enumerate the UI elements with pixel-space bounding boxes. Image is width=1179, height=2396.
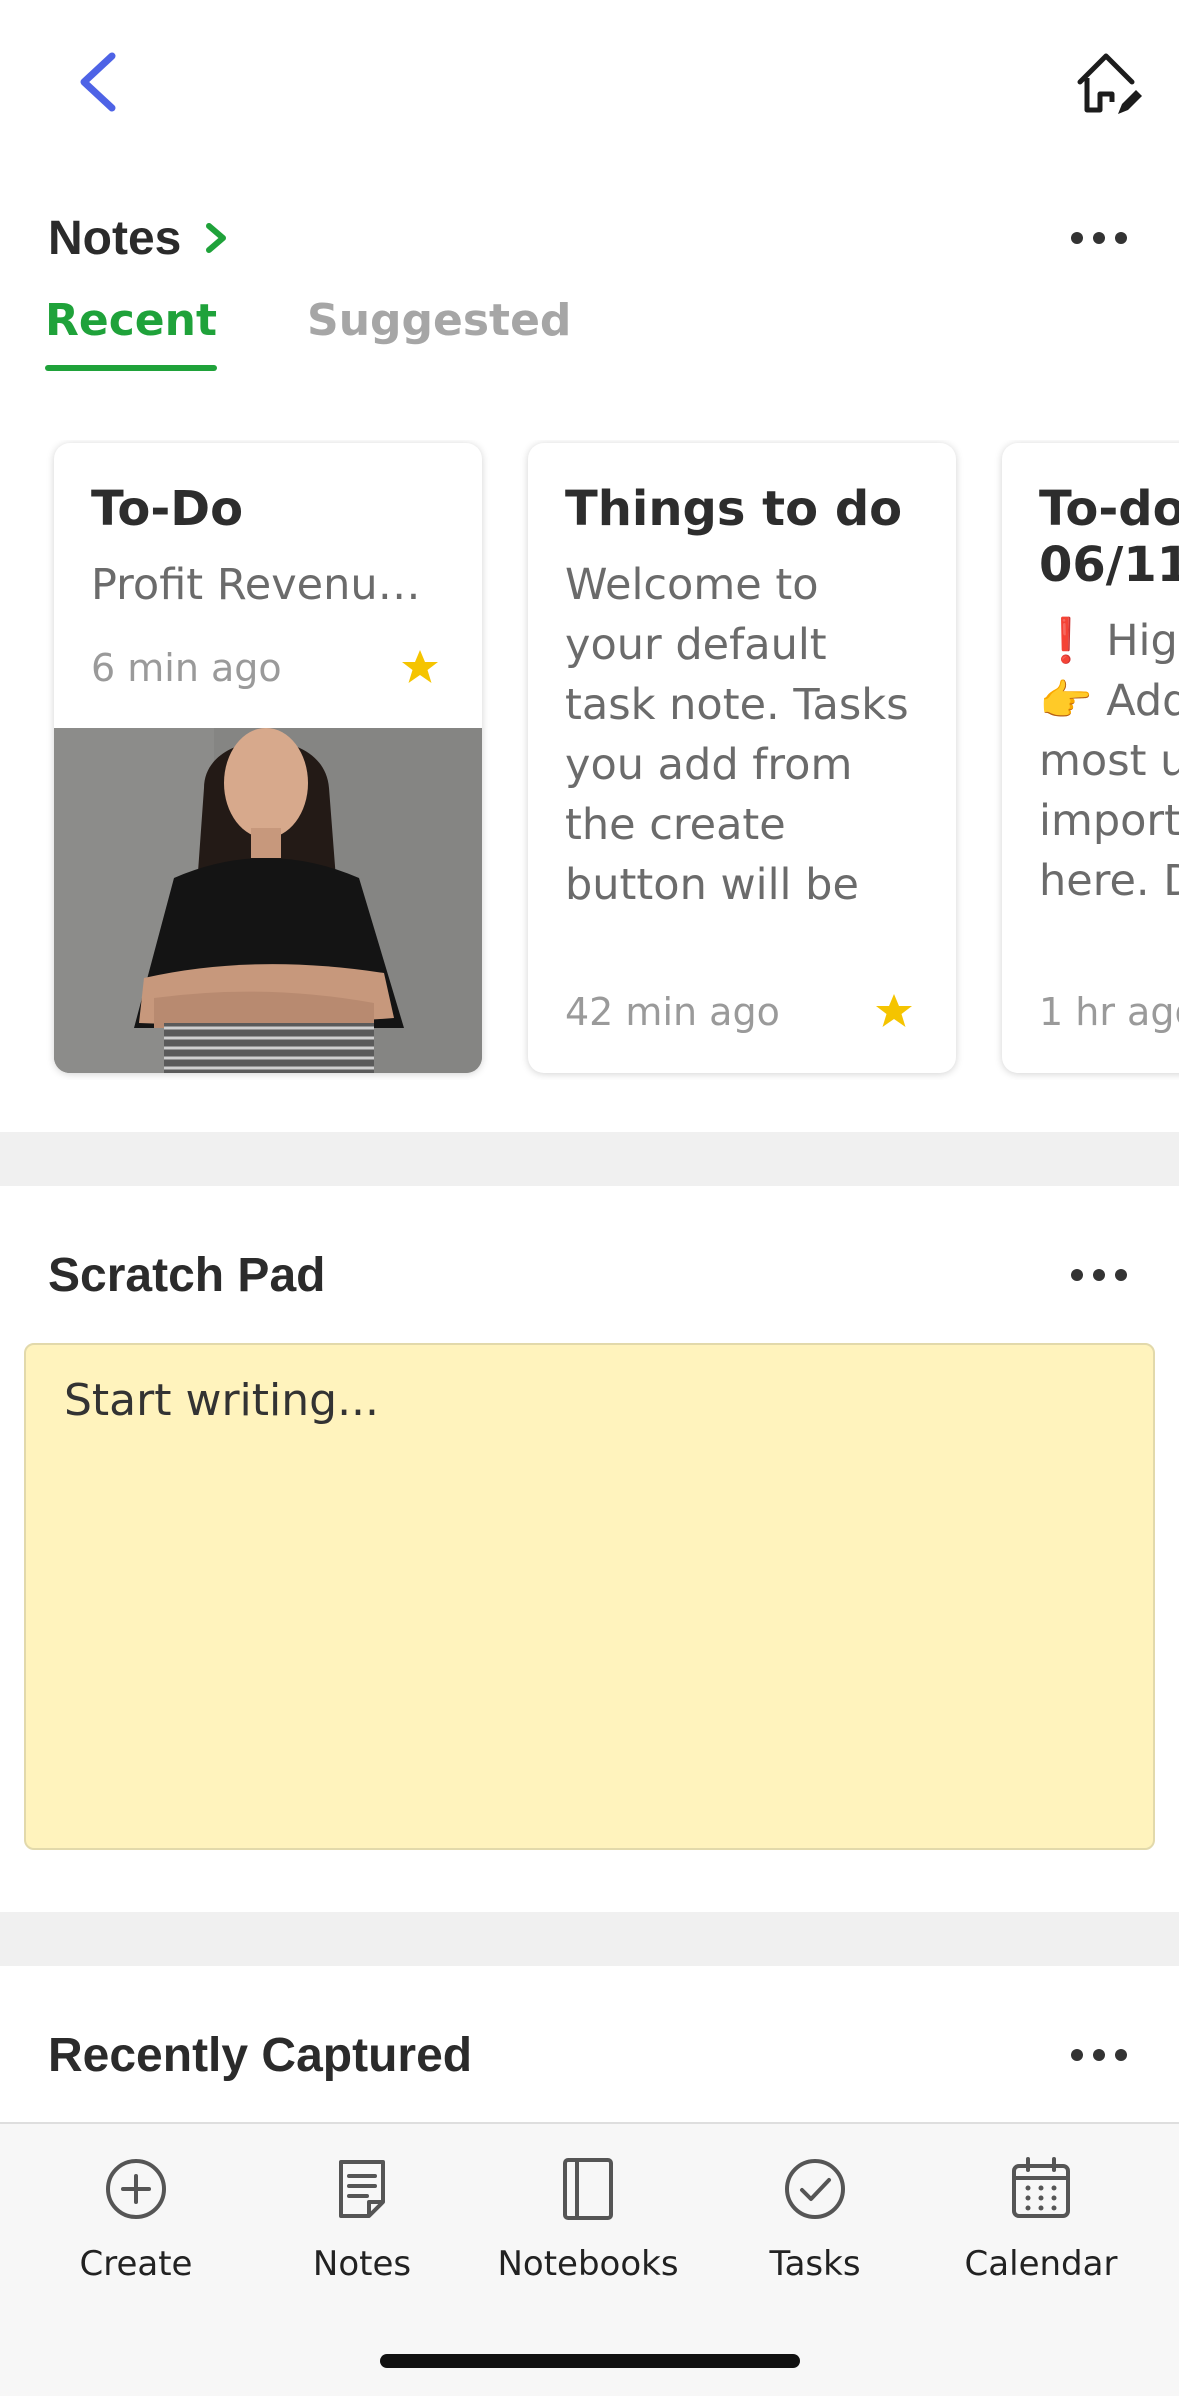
calendar-icon <box>1012 2157 1070 2218</box>
chevron-right-icon[interactable] <box>195 218 235 258</box>
notes-more-button[interactable] <box>1067 208 1131 268</box>
more-dots-icon <box>1071 1269 1083 1281</box>
back-button[interactable] <box>66 46 146 126</box>
scratch-pad-input[interactable]: Start writing... <box>24 1343 1155 1850</box>
notes-carousel[interactable]: To-Do Profit Revenue… 6 min ago Things t… <box>0 440 1179 1080</box>
notes-header: Notes <box>48 203 1131 273</box>
note-snippet-text: Welcome to your default task note. Tasks… <box>565 560 909 910</box>
scratch-pad-placeholder: Start writing... <box>64 1375 380 1426</box>
note-icon <box>339 2160 385 2218</box>
notes-title[interactable]: Notes <box>48 211 181 266</box>
nav-label: Create <box>79 2244 193 2284</box>
note-title: To-Do <box>91 481 244 537</box>
note-snippet: Profit Revenue… <box>91 560 436 610</box>
nav-label: Tasks <box>769 2244 861 2284</box>
section-divider <box>0 1132 1179 1186</box>
note-snippet: Welcome to your default task note. Tasks… <box>565 555 925 915</box>
nav-tasks[interactable]: Tasks <box>705 2154 925 2314</box>
recently-captured-title: Recently Captured <box>48 2028 473 2082</box>
note-time: 6 min ago <box>91 646 282 690</box>
recently-captured-more-button[interactable] <box>1067 2025 1131 2085</box>
nav-create[interactable]: Create <box>26 2154 246 2314</box>
note-title: To-do 06/11/ <box>1039 481 1179 593</box>
home-edit-icon <box>1077 53 1142 114</box>
note-snippet: ❗ High 👉 Add most u importa here. D <box>1039 616 1179 906</box>
top-bar <box>0 0 1179 170</box>
notebook-icon <box>563 2158 613 2220</box>
scratch-pad-header: Scratch Pad <box>48 1240 1131 1310</box>
scratch-pad-title: Scratch Pad <box>48 1248 326 1302</box>
chevron-left-icon <box>80 52 116 112</box>
section-divider <box>0 1912 1179 1966</box>
note-card[interactable]: To-do 06/11/ ❗ High 👉 Add most u importa… <box>1002 443 1179 1073</box>
recently-captured-header: Recently Captured <box>48 2020 1131 2090</box>
nav-calendar[interactable]: Calendar <box>931 2154 1151 2314</box>
nav-label: Notes <box>312 2244 412 2284</box>
nav-notebooks[interactable]: Notebooks <box>478 2154 698 2314</box>
note-card[interactable]: Things to do Welcome to your default tas… <box>528 443 956 1073</box>
more-dots-icon <box>1071 232 1083 244</box>
note-time: 42 min ago <box>565 990 780 1034</box>
plus-circle-icon <box>106 2159 166 2219</box>
tab-suggested[interactable]: Suggested <box>307 295 571 371</box>
nav-label: Calendar <box>964 2244 1118 2284</box>
note-title: Things to do <box>565 481 903 537</box>
check-circle-icon <box>785 2159 845 2219</box>
star-icon <box>876 994 912 1027</box>
nav-label: Notebooks <box>497 2244 679 2284</box>
star-icon <box>402 650 438 683</box>
notes-tabs: Recent Suggested <box>45 295 571 375</box>
home-edit-button[interactable] <box>1070 46 1150 126</box>
more-dots-icon <box>1071 2049 1083 2061</box>
note-thumbnail <box>54 728 482 1073</box>
nav-notes[interactable]: Notes <box>252 2154 472 2314</box>
note-time: 1 hr ago <box>1039 990 1179 1034</box>
scratch-pad-more-button[interactable] <box>1067 1245 1131 1305</box>
home-indicator <box>380 2354 800 2368</box>
tab-recent[interactable]: Recent <box>45 295 218 371</box>
note-card[interactable]: To-Do Profit Revenue… 6 min ago <box>54 443 482 1073</box>
